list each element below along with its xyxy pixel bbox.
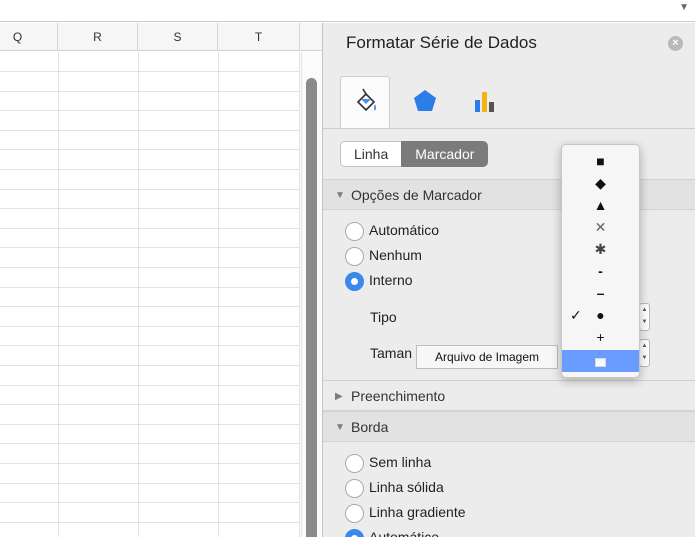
section-fill[interactable]: ▶ Preenchimento: [323, 380, 695, 411]
picture-marker-icon: [595, 358, 606, 367]
grid-row-line: [0, 423, 300, 425]
effects-pentagon-icon: [414, 90, 436, 111]
size-stepper[interactable]: ▲ ▼: [639, 339, 650, 367]
grid-column-line: [138, 52, 139, 537]
grid-row-line: [0, 345, 300, 347]
grid-row-line: [0, 188, 300, 190]
section-title: Preenchimento: [351, 388, 446, 404]
menu-item-diamond[interactable]: ◆: [562, 172, 639, 194]
square-marker-icon: ■: [596, 153, 605, 169]
tooltip-image-file: Arquivo de Imagem: [416, 345, 558, 369]
grid-row-line: [0, 71, 300, 72]
star-marker-icon: ✱: [594, 241, 607, 257]
column-header-q[interactable]: Q: [0, 23, 58, 51]
series-options-bar-icon: [475, 92, 494, 112]
grid-row-line: [0, 267, 300, 268]
grid-row-line: [0, 110, 300, 112]
menu-item-star[interactable]: ✱: [562, 238, 639, 260]
column-headers: Q R S T: [0, 23, 322, 51]
segment-line[interactable]: Linha: [340, 141, 402, 167]
menu-item-long-dash[interactable]: –: [562, 282, 639, 304]
spreadsheet-grid[interactable]: Q R S T: [0, 23, 322, 537]
menu-item-picture[interactable]: [562, 350, 639, 372]
column-header-s[interactable]: S: [138, 23, 218, 51]
menu-item-x[interactable]: ✕: [562, 216, 639, 238]
grid-row-line: [0, 227, 300, 229]
grid-row-line: [0, 129, 300, 131]
radio-label: Linha gradiente: [369, 504, 466, 520]
grid-column-line: [218, 52, 219, 537]
line-marker-segmented-control[interactable]: Linha Marcador: [340, 141, 489, 167]
x-marker-icon: ✕: [594, 219, 607, 235]
long-dash-marker-icon: –: [596, 285, 605, 301]
column-header-r[interactable]: R: [58, 23, 138, 51]
type-label: Tipo: [370, 309, 397, 325]
close-icon[interactable]: ×: [668, 36, 683, 51]
grid-row-line: [0, 521, 300, 523]
diamond-marker-icon: ◆: [595, 175, 606, 191]
disclosure-right-icon: ▶: [335, 391, 343, 402]
grid-column-line: [58, 52, 59, 537]
marker-type-menu[interactable]: ■ ◆ ▲ ✕ ✱ - – ✓ ● +: [561, 144, 640, 378]
grid-row-line: [0, 149, 300, 151]
grid-row-line: [0, 286, 300, 288]
radio-label: Interno: [369, 272, 413, 288]
grid-row-line: [0, 384, 300, 386]
menu-item-square[interactable]: ■: [562, 150, 639, 172]
radio-button-checked[interactable]: [345, 272, 364, 291]
type-select-arrows[interactable]: ▲ ▼: [639, 303, 650, 331]
radio-label: Sem linha: [369, 454, 432, 470]
grid-column-line: [299, 52, 300, 537]
radio-label: Automático: [369, 529, 440, 537]
cell-grid[interactable]: [0, 52, 300, 537]
short-dash-marker-icon: -: [598, 263, 603, 279]
section-title: Borda: [351, 419, 389, 435]
radio-button[interactable]: [345, 454, 364, 473]
grid-row-line: [0, 443, 300, 445]
vertical-scrollbar-thumb[interactable]: [306, 78, 317, 537]
grid-row-line: [0, 208, 300, 210]
section-border[interactable]: ▼ Borda: [323, 411, 695, 442]
circle-marker-icon: ●: [596, 307, 605, 323]
tab-effects[interactable]: [400, 76, 450, 126]
size-label: Taman: [370, 345, 413, 361]
grid-row-line: [0, 325, 300, 327]
grid-row-line: [0, 169, 300, 170]
tab-series-options[interactable]: [460, 76, 510, 126]
tab-fill-line[interactable]: [340, 76, 390, 129]
radio-label: Linha sólida: [369, 479, 444, 495]
radio-label: Automático: [369, 222, 440, 238]
menu-item-plus[interactable]: +: [562, 326, 639, 348]
grid-row-line: [0, 502, 300, 504]
menu-item-short-dash[interactable]: -: [562, 260, 639, 282]
triangle-marker-icon: ▲: [593, 197, 608, 213]
expand-caret-icon[interactable]: ▼: [679, 2, 689, 13]
tab-underline: [323, 128, 695, 129]
menu-item-triangle[interactable]: ▲: [562, 194, 639, 216]
segment-marker[interactable]: Marcador: [401, 141, 489, 167]
grid-row-line: [0, 404, 300, 406]
radio-button[interactable]: [345, 222, 364, 241]
column-header-t[interactable]: T: [218, 23, 300, 51]
formula-bar-strip: ▼: [0, 0, 695, 22]
radio-button[interactable]: [345, 247, 364, 266]
radio-button[interactable]: [345, 479, 364, 498]
disclosure-down-icon: ▼: [335, 422, 345, 433]
menu-item-circle[interactable]: ✓ ●: [562, 304, 639, 326]
radio-label: Nenhum: [369, 247, 422, 263]
grid-row-line: [0, 306, 300, 308]
grid-row-line: [0, 482, 300, 484]
fill-line-icon: [356, 88, 376, 112]
panel-title: Formatar Série de Dados: [346, 33, 537, 52]
grid-row-line: [0, 247, 300, 249]
disclosure-down-icon: ▼: [335, 190, 345, 201]
section-title: Opções de Marcador: [351, 187, 482, 203]
grid-row-line: [0, 90, 300, 92]
check-icon: ✓: [570, 307, 582, 323]
grid-row-line: [0, 365, 300, 366]
radio-button[interactable]: [345, 504, 364, 523]
grid-row-line: [0, 463, 300, 464]
plus-marker-icon: +: [596, 329, 605, 345]
radio-button-checked[interactable]: [345, 529, 364, 537]
